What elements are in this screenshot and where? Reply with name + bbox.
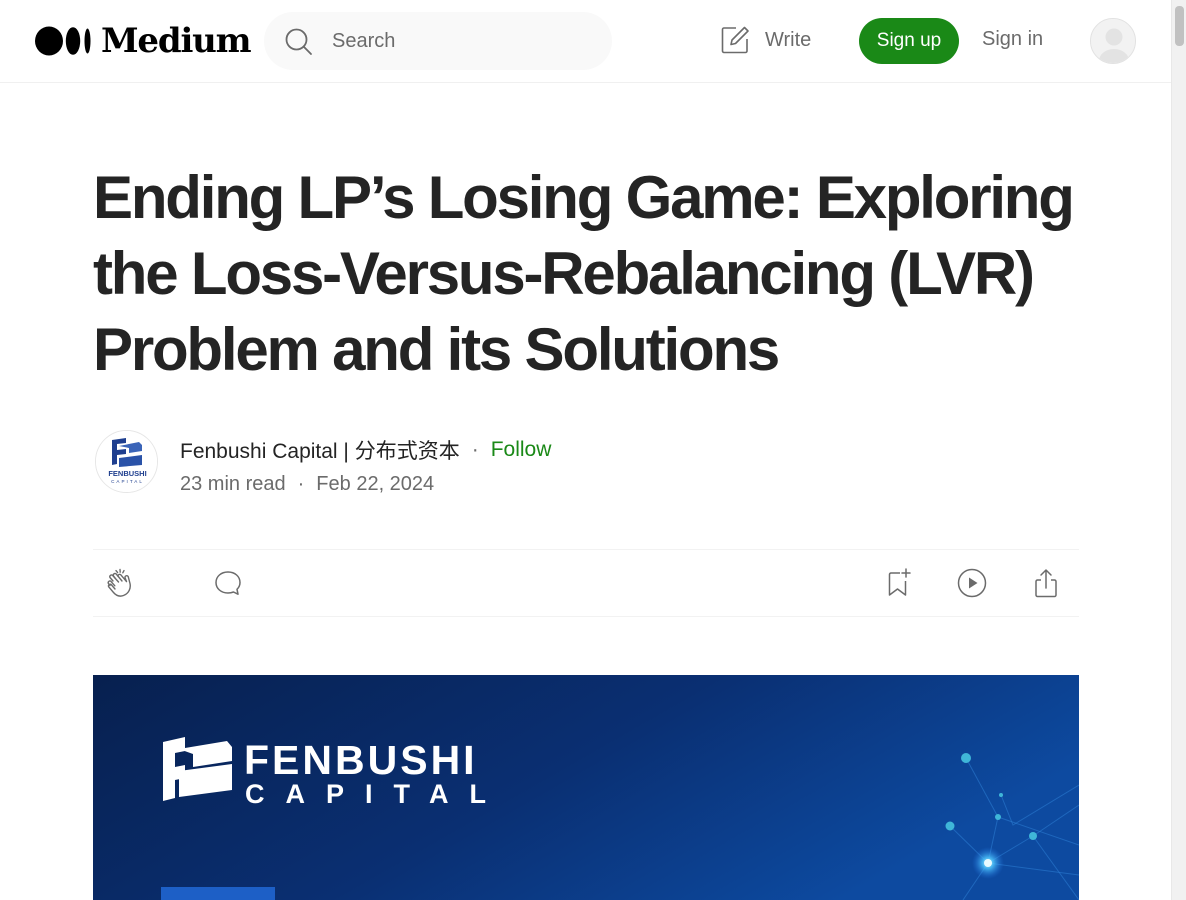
page-scrollbar[interactable] bbox=[1171, 0, 1186, 900]
author-line: Fenbushi Capital | 分布式资本 · Follow bbox=[180, 436, 551, 464]
article-title: Ending LP’s Losing Game: Exploring the L… bbox=[93, 164, 1075, 383]
search-input[interactable] bbox=[332, 12, 592, 70]
follow-button[interactable]: Follow bbox=[491, 438, 552, 462]
author-logo-wordmark: FENBUSHI bbox=[108, 469, 146, 478]
hero-brand-line1: FENBUSHI bbox=[244, 737, 478, 783]
author-logo-subtext: CAPITAL bbox=[111, 479, 144, 484]
scrollbar-thumb[interactable] bbox=[1175, 6, 1184, 46]
medium-logo[interactable]: Medium bbox=[35, 21, 252, 61]
separator-dot: · bbox=[297, 472, 305, 495]
bookmark-add-icon[interactable] bbox=[883, 567, 915, 599]
author-name-link[interactable]: Fenbushi Capital | 分布式资本 bbox=[180, 435, 460, 465]
search-box[interactable] bbox=[264, 12, 612, 70]
write-button[interactable]: Write bbox=[719, 22, 811, 58]
user-avatar[interactable] bbox=[1090, 18, 1136, 64]
separator-dot: · bbox=[471, 438, 479, 461]
clap-icon[interactable] bbox=[105, 567, 137, 599]
medium-article-page: Medium Write Sign up Sign in bbox=[0, 0, 1186, 900]
read-time: 23 min read bbox=[180, 472, 286, 495]
article-hero-image bbox=[93, 675, 1079, 900]
default-avatar-icon bbox=[1091, 19, 1135, 63]
top-navigation-bar: Medium Write Sign up Sign in bbox=[0, 0, 1171, 83]
comment-icon[interactable] bbox=[212, 567, 244, 599]
listen-icon[interactable] bbox=[956, 567, 988, 599]
hero-background bbox=[93, 675, 1079, 900]
author-avatar[interactable]: FENBUSHI CAPITAL bbox=[95, 430, 158, 493]
write-label: Write bbox=[765, 28, 812, 51]
article-meta: 23 min read · Feb 22, 2024 bbox=[180, 471, 434, 497]
search-icon bbox=[285, 28, 312, 55]
article-action-bar bbox=[93, 549, 1079, 617]
write-icon bbox=[721, 26, 749, 54]
share-icon[interactable] bbox=[1030, 567, 1062, 599]
sign-up-button[interactable]: Sign up bbox=[859, 18, 959, 64]
medium-wordmark: Medium bbox=[101, 21, 252, 61]
sign-in-link[interactable]: Sign in bbox=[982, 28, 1043, 51]
medium-logo-icon bbox=[35, 26, 91, 56]
hero-brand-line2: CAPITAL bbox=[245, 779, 507, 809]
publish-date: Feb 22, 2024 bbox=[316, 472, 435, 495]
fenbushi-logo-icon: FENBUSHI CAPITAL bbox=[96, 431, 157, 492]
